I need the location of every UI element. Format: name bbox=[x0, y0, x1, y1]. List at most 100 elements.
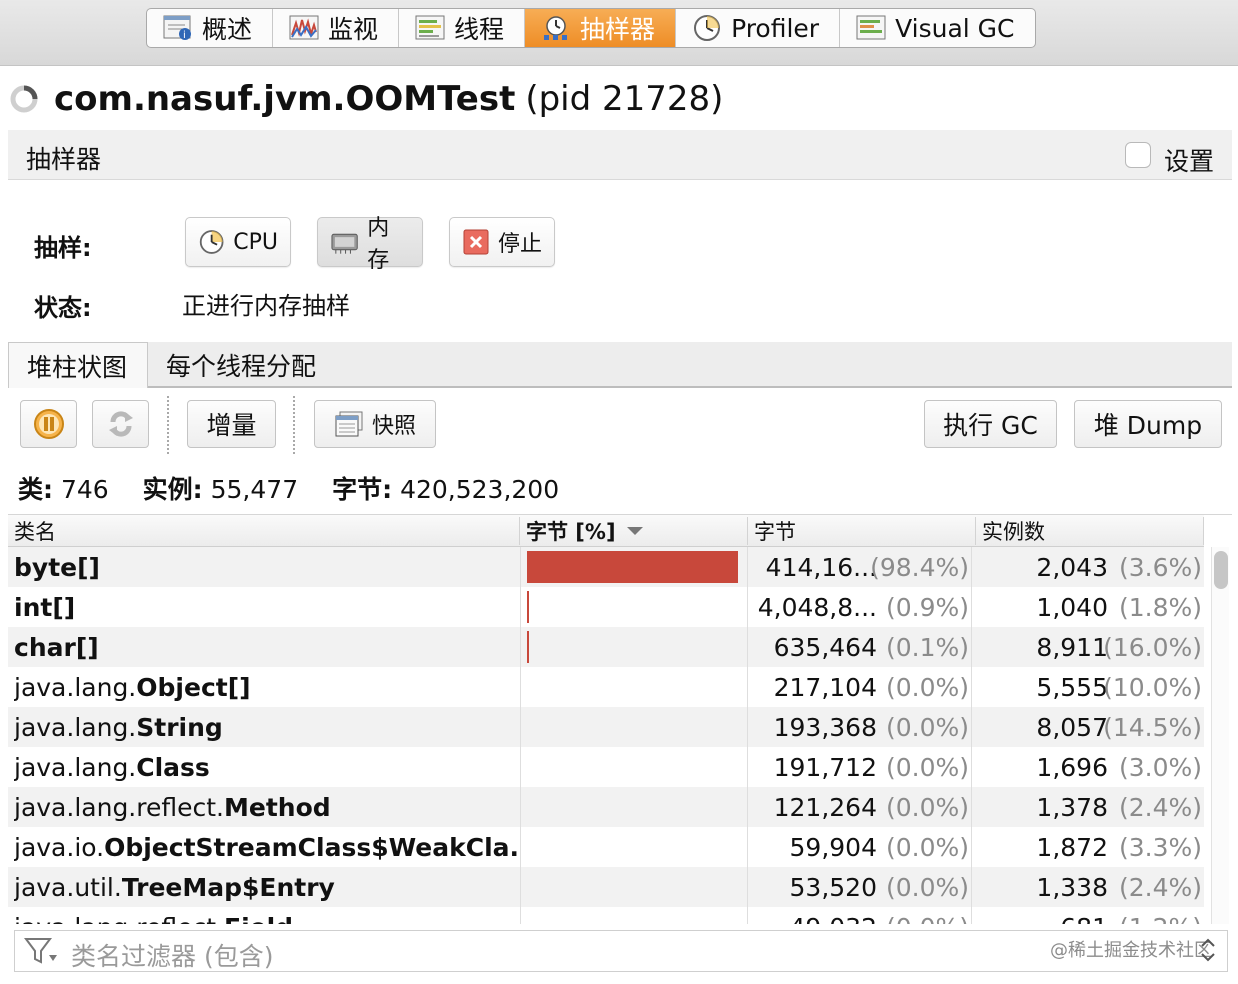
class-simple-name: Method bbox=[224, 792, 331, 822]
class-name-cell: java.io. ObjectStreamClass$WeakCla... bbox=[14, 827, 520, 867]
table-row[interactable]: java.io. ObjectStreamClass$WeakCla... 59,9… bbox=[8, 827, 1204, 867]
snapshot-button[interactable]: 快照 bbox=[314, 400, 436, 448]
instances-cell: 1,040 (1.8%) bbox=[972, 587, 1204, 627]
bytes-value: 4,048,8... bbox=[757, 592, 877, 622]
tab-sampler[interactable]: 抽样器 bbox=[525, 9, 677, 47]
instances-value: 1,040 bbox=[1036, 592, 1108, 622]
bytes-percent-value: (0.0%) bbox=[886, 913, 969, 925]
view-tabs: i 概述 监视 线程 抽样器 Profiler Visual GC bbox=[146, 8, 1036, 48]
bytes-cell: 121,264 (0.0%) bbox=[748, 787, 972, 827]
bytes-percent-cell bbox=[520, 747, 748, 787]
column-bytes[interactable]: 字节 bbox=[748, 517, 976, 545]
class-simple-name: String bbox=[136, 712, 223, 742]
vertical-scrollbar[interactable] bbox=[1211, 547, 1229, 924]
watermark: @稀土掘金技术社区 bbox=[1050, 940, 1212, 961]
bytes-percent-value: (98.4%) bbox=[870, 552, 969, 582]
table-row[interactable]: java.lang.reflect. Method 121,264 (0.0%) 1,3… bbox=[8, 787, 1204, 827]
scrollbar-thumb[interactable] bbox=[1214, 551, 1228, 589]
class-name-filter[interactable]: 类名过滤器 (包含) bbox=[14, 930, 1228, 972]
table-row[interactable]: java.lang. Class 191,712 (0.0%) 1,696 (3.0%) bbox=[8, 747, 1204, 787]
tab-per-thread-allocations[interactable]: 每个线程分配 bbox=[148, 342, 334, 388]
filter-options-stepper-icon[interactable] bbox=[1196, 934, 1220, 966]
instances-value: 8,057 bbox=[1036, 712, 1108, 742]
table-row[interactable]: byte[] 414,16... (98.4%) 2,043 (3.6%) bbox=[8, 547, 1204, 587]
column-class-name[interactable]: 类名 bbox=[8, 517, 520, 545]
class-simple-name: Class bbox=[136, 752, 210, 782]
instances-percent-value: (10.0%) bbox=[1103, 672, 1202, 702]
bytes-percent-cell bbox=[520, 627, 748, 667]
class-simple-name: Object[] bbox=[136, 672, 251, 702]
snapshot-label: 快照 bbox=[371, 414, 416, 439]
bytes-percent-cell bbox=[520, 867, 748, 907]
bytes-value: 217,104 bbox=[773, 672, 877, 702]
refresh-button[interactable] bbox=[92, 400, 149, 448]
tab-heap-histogram[interactable]: 堆柱状图 bbox=[8, 342, 148, 388]
application-title: com.nasuf.jvm.OOMTest (pid 21728) bbox=[8, 76, 723, 122]
package-name: java.io. bbox=[14, 832, 105, 862]
results-tabs: 堆柱状图 每个线程分配 bbox=[8, 342, 1232, 388]
tab-visual-gc-label: Visual GC bbox=[895, 13, 1015, 43]
overview-icon: i bbox=[163, 15, 191, 41]
column-bytes-percent[interactable]: 字节 [%] bbox=[520, 517, 748, 545]
column-instances[interactable]: 实例数 bbox=[976, 517, 1204, 545]
package-name: java.util. bbox=[14, 872, 122, 902]
bytes-cell: 414,16... (98.4%) bbox=[748, 547, 972, 587]
table-header: 类名 字节 [%] 字节 实例数 bbox=[8, 515, 1204, 547]
table-row[interactable]: java.util. TreeMap$Entry 53,520 (0.0%) 1,338… bbox=[8, 867, 1204, 907]
delta-button[interactable]: 增量 bbox=[187, 400, 276, 448]
bytes-percent-cell bbox=[520, 547, 748, 587]
instances-value: 681 bbox=[1060, 913, 1108, 925]
instances-summary: 实例: 55,477 bbox=[142, 475, 299, 504]
cpu-clock-icon bbox=[199, 230, 224, 254]
instances-percent-value: (1.2%) bbox=[1119, 913, 1202, 925]
perform-gc-button[interactable]: 执行 GC bbox=[924, 400, 1057, 448]
memory-sample-button[interactable]: 内存 bbox=[317, 216, 423, 273]
cpu-sample-button[interactable]: CPU bbox=[185, 217, 291, 267]
table-row[interactable]: int[] 4,048,8... (0.9%) 1,040 (1.8%) bbox=[8, 587, 1204, 627]
package-name: java.lang.reflect. bbox=[14, 792, 224, 822]
class-name-cell: java.lang. String bbox=[14, 707, 520, 747]
loading-spinner-icon bbox=[10, 85, 38, 113]
classes-summary: 类: 746 bbox=[18, 475, 109, 504]
status-value: 正进行内存抽样 bbox=[182, 292, 350, 320]
delta-label: 增量 bbox=[206, 411, 257, 440]
visual-gc-icon bbox=[856, 15, 886, 40]
instances-cell: 1,338 (2.4%) bbox=[972, 867, 1204, 907]
tab-threads[interactable]: 线程 bbox=[399, 9, 526, 47]
refresh-icon bbox=[108, 411, 133, 437]
tab-overview[interactable]: i 概述 bbox=[147, 9, 274, 47]
table-row[interactable]: char[] 635,464 (0.1%) 8,911 (16.0%) bbox=[8, 627, 1204, 667]
class-name-cell: char[] bbox=[14, 627, 520, 667]
threads-icon bbox=[415, 15, 445, 40]
table-row[interactable]: java.lang. String 193,368 (0.0%) 8,057 (14.5%… bbox=[8, 707, 1204, 747]
bytes-cell: 53,520 (0.0%) bbox=[748, 867, 972, 907]
table-row[interactable]: java.lang. Object[] 217,104 (0.0%) 5,555 (10.… bbox=[8, 667, 1204, 707]
instances-percent-value: (1.8%) bbox=[1118, 592, 1202, 622]
pause-button[interactable] bbox=[20, 400, 77, 448]
settings-checkbox[interactable] bbox=[1125, 142, 1151, 168]
bytes-percent-bar bbox=[527, 591, 529, 623]
instances-percent-value: (3.6%) bbox=[1118, 552, 1202, 582]
sampler-section-header: 抽样器 设置 bbox=[8, 130, 1232, 180]
instances-percent-value: (3.3%) bbox=[1118, 832, 1202, 862]
tab-monitor[interactable]: 监视 bbox=[273, 9, 400, 47]
bytes-value: 59,904 bbox=[789, 832, 877, 862]
table-row[interactable]: java.lang.reflect.Field 49,032 (0.0%) 681 (1… bbox=[8, 907, 1204, 924]
tab-visual-gc[interactable]: Visual GC bbox=[840, 9, 1034, 47]
application-name: com.nasuf.jvm.OOMTest bbox=[54, 79, 516, 119]
bytes-percent-value: (0.1%) bbox=[885, 632, 969, 662]
tab-profiler[interactable]: Profiler bbox=[676, 9, 841, 47]
class-simple-name: char[] bbox=[14, 632, 99, 662]
heap-dump-button[interactable]: 堆 Dump bbox=[1074, 400, 1222, 448]
settings-label[interactable]: 设置 bbox=[1164, 142, 1214, 178]
heap-histogram-table: 类名 字节 [%] 字节 实例数 byte[] 414,16... (98.4%) 2… bbox=[8, 514, 1232, 924]
bytes-cell: 49,032 (0.0%) bbox=[748, 907, 972, 924]
instances-percent-value: (2.4%) bbox=[1118, 792, 1202, 822]
package-name: java.lang. bbox=[14, 752, 137, 782]
package-name: java.lang. bbox=[14, 712, 137, 742]
bytes-percent-value: (0.9%) bbox=[885, 592, 969, 622]
bytes-percent-cell bbox=[520, 667, 748, 707]
bytes-value: 193,368 bbox=[773, 712, 877, 742]
table-body: byte[] 414,16... (98.4%) 2,043 (3.6%) int[] 4,… bbox=[8, 547, 1204, 924]
stop-sample-button[interactable]: 停止 bbox=[449, 217, 555, 267]
